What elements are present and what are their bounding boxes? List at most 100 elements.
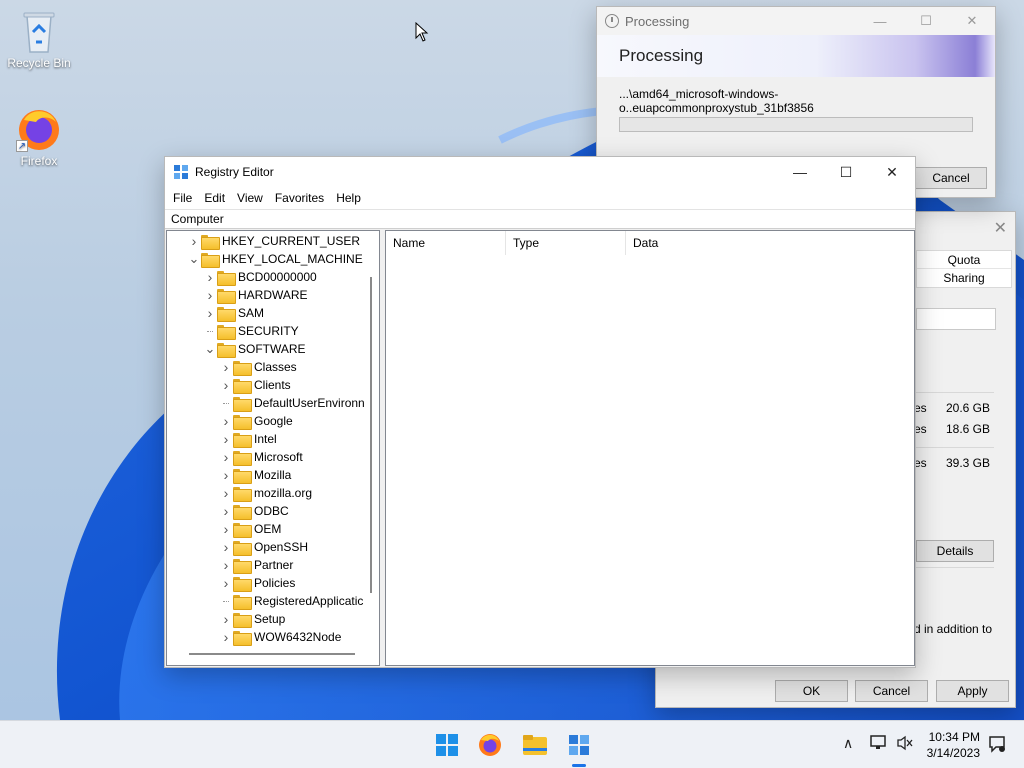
tree-item-label: OpenSSH <box>254 540 309 554</box>
tree-item[interactable]: › ODBC <box>219 502 289 520</box>
column-header-data[interactable]: Data <box>626 231 746 255</box>
recycle-bin-icon <box>19 8 59 54</box>
tree-item[interactable]: › OEM <box>219 520 281 538</box>
folder-icon <box>217 306 236 322</box>
menu-favorites[interactable]: Favorites <box>269 191 330 205</box>
tree-item[interactable]: › Policies <box>219 574 295 592</box>
chevron-right-icon[interactable]: › <box>219 430 233 448</box>
close-icon[interactable]: ✕ <box>994 218 1007 238</box>
key-tree[interactable]: › HKEY_CURRENT_USER ⌄ HKEY_LOCAL_MACHINE › BC… <box>166 230 380 666</box>
tree-item[interactable]: › Mozilla <box>219 466 291 484</box>
minimize-button[interactable]: — <box>777 157 823 187</box>
chevron-right-icon[interactable]: › <box>219 358 233 376</box>
tree-connector <box>219 394 233 412</box>
tree-item[interactable]: › BCD00000000 <box>203 268 317 286</box>
menu-edit[interactable]: Edit <box>198 191 231 205</box>
taskbar-registry-editor[interactable] <box>563 729 595 767</box>
column-header-type[interactable]: Type <box>506 231 626 255</box>
chevron-right-icon[interactable]: › <box>219 520 233 538</box>
folder-icon <box>233 576 252 592</box>
cancel-button[interactable]: Cancel <box>915 167 987 189</box>
details-button[interactable]: Details <box>916 540 994 562</box>
window-title: Processing <box>625 13 690 29</box>
ok-button[interactable]: OK <box>775 680 848 702</box>
tree-item-label: RegisteredApplicatic <box>254 594 364 608</box>
chevron-right-icon[interactable]: › <box>219 448 233 466</box>
capacity-row: es 39.3 GB <box>914 456 990 470</box>
address-bar[interactable]: Computer <box>165 209 915 229</box>
tree-item[interactable]: › Partner <box>219 556 293 574</box>
tree-item[interactable]: RegisteredApplicatic <box>219 592 363 610</box>
chevron-right-icon[interactable]: › <box>219 628 233 646</box>
tree-item[interactable]: ⌄ HKEY_LOCAL_MACHINE <box>187 250 363 268</box>
tree-item[interactable]: › WOW6432Node <box>219 628 341 646</box>
tree-item-label: ODBC <box>254 504 289 518</box>
menu-view[interactable]: View <box>231 191 269 205</box>
chevron-right-icon[interactable]: › <box>219 376 233 394</box>
horizontal-scrollbar[interactable] <box>189 653 355 655</box>
registry-editor-icon <box>569 735 589 755</box>
tree-item[interactable]: › HARDWARE <box>203 286 308 304</box>
chevron-right-icon[interactable]: › <box>219 502 233 520</box>
tree-item[interactable]: DefaultUserEnvironn <box>219 394 365 412</box>
progress-bar <box>619 117 973 132</box>
network-icon[interactable] <box>870 735 888 754</box>
tree-item[interactable]: › mozilla.org <box>219 484 312 502</box>
desktop-icon-label: Recycle Bin <box>7 56 71 70</box>
tab-quota[interactable]: Quota <box>917 251 1011 269</box>
tree-item[interactable]: › Microsoft <box>219 448 303 466</box>
chevron-right-icon[interactable]: › <box>219 412 233 430</box>
tree-item[interactable]: › Intel <box>219 430 277 448</box>
start-button[interactable] <box>431 729 463 761</box>
menu-file[interactable]: File <box>167 191 198 205</box>
tree-item[interactable]: › OpenSSH <box>219 538 308 556</box>
menu-help[interactable]: Help <box>330 191 367 205</box>
chevron-up-icon[interactable]: ∧ <box>843 735 853 752</box>
chevron-right-icon[interactable]: › <box>219 466 233 484</box>
folder-icon <box>201 252 220 268</box>
tree-item[interactable]: ⌄ SOFTWARE <box>203 340 306 358</box>
chevron-right-icon[interactable]: › <box>219 484 233 502</box>
folder-icon <box>233 612 252 628</box>
desktop-icon-firefox[interactable]: ↗ Firefox <box>4 106 74 168</box>
close-button[interactable]: ✕ <box>949 7 995 35</box>
tree-item[interactable]: › HKEY_CURRENT_USER <box>187 232 360 250</box>
tree-item[interactable]: › SAM <box>203 304 264 322</box>
notification-icon[interactable] <box>988 735 1006 756</box>
firefox-icon: ↗ <box>16 106 62 152</box>
chevron-right-icon[interactable]: › <box>187 232 201 250</box>
chevron-right-icon[interactable]: › <box>203 304 217 322</box>
folder-icon <box>233 522 252 538</box>
maximize-button[interactable]: ☐ <box>903 7 949 35</box>
chevron-right-icon[interactable]: › <box>219 556 233 574</box>
chevron-right-icon[interactable]: › <box>219 538 233 556</box>
maximize-button[interactable]: ☐ <box>823 157 869 187</box>
chevron-right-icon[interactable]: › <box>219 610 233 628</box>
name-field[interactable] <box>916 308 996 330</box>
tree-item[interactable]: › Google <box>219 412 293 430</box>
volume-muted-icon[interactable] <box>896 735 914 754</box>
tree-item[interactable]: › Setup <box>219 610 285 628</box>
tree-item[interactable]: › Classes <box>219 358 297 376</box>
values-list[interactable]: Name Type Data <box>385 230 915 666</box>
close-button[interactable]: ✕ <box>869 157 915 187</box>
desktop-icon-recycle-bin[interactable]: Recycle Bin <box>4 8 74 70</box>
chevron-right-icon[interactable]: › <box>219 574 233 592</box>
tree-item[interactable]: SECURITY <box>203 322 299 340</box>
vertical-scrollbar[interactable] <box>370 277 372 593</box>
chevron-down-icon[interactable]: ⌄ <box>187 250 201 268</box>
apply-button[interactable]: Apply <box>936 680 1009 702</box>
cancel-button[interactable]: Cancel <box>855 680 928 702</box>
minimize-button[interactable]: — <box>857 7 903 35</box>
tab-sharing[interactable]: Sharing <box>917 269 1011 287</box>
chevron-right-icon[interactable]: › <box>203 268 217 286</box>
column-header-name[interactable]: Name <box>386 231 506 255</box>
column-headers: Name Type Data <box>386 231 914 255</box>
chevron-down-icon[interactable]: ⌄ <box>203 340 217 358</box>
taskbar-file-explorer[interactable] <box>519 729 551 761</box>
checkbox-note: d in addition to <box>914 622 993 636</box>
tree-item[interactable]: › Clients <box>219 376 291 394</box>
chevron-right-icon[interactable]: › <box>203 286 217 304</box>
taskbar-firefox[interactable] <box>474 729 506 761</box>
system-clock[interactable]: 10:34 PM 3/14/2023 <box>927 729 980 761</box>
